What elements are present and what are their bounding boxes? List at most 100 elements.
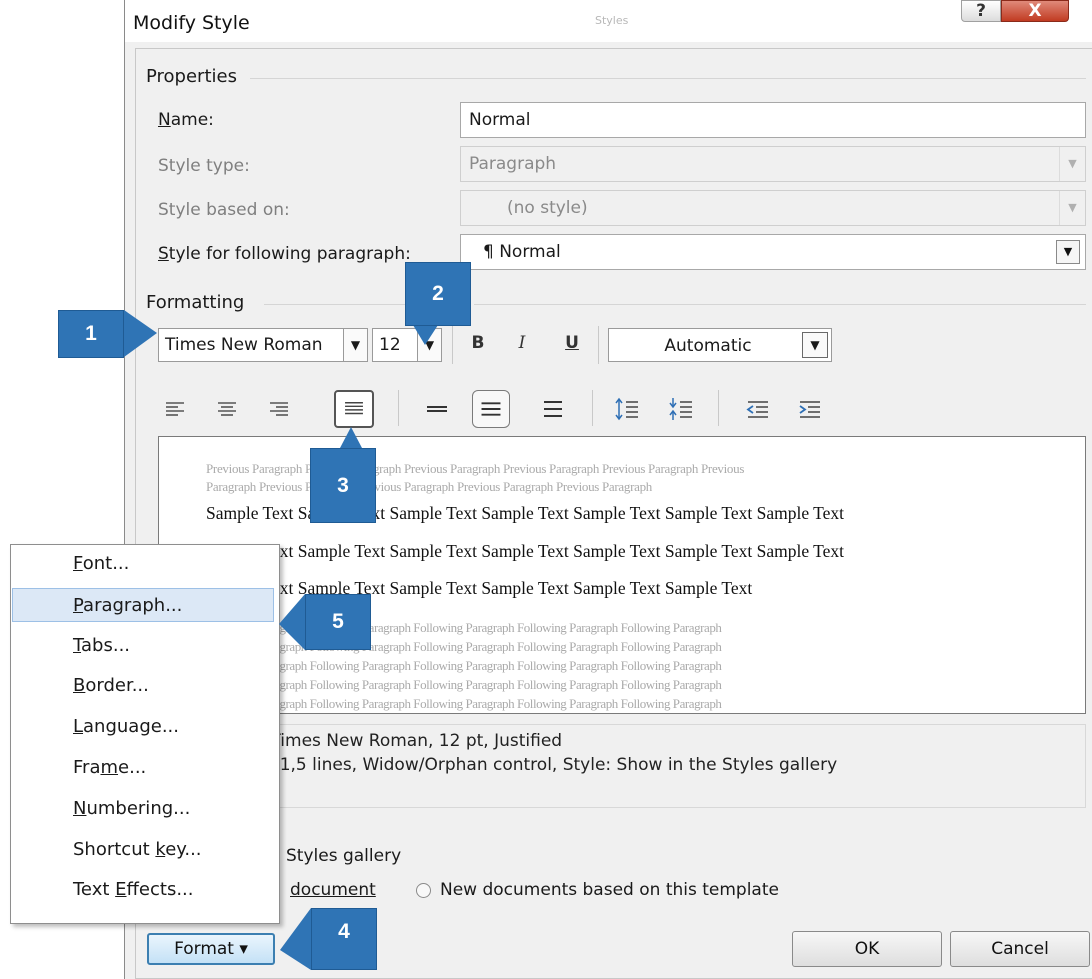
new-documents-radio[interactable] xyxy=(416,883,431,898)
toolbar-separator xyxy=(398,390,399,426)
callout-2: 2 xyxy=(405,262,471,326)
toolbar-separator xyxy=(598,326,599,364)
menu-item-text: Shortcut xyxy=(73,838,156,860)
callout-3: 3 xyxy=(310,448,376,523)
font-size-combo[interactable]: 12 ▼ xyxy=(372,328,442,362)
format-menu-item[interactable]: Font... xyxy=(10,547,278,581)
formatting-divider xyxy=(264,304,406,305)
chevron-down-icon: ▼ xyxy=(1059,191,1085,225)
title-bar: Modify Style Styles ? X xyxy=(125,0,1092,42)
decrease-indent-icon[interactable] xyxy=(740,392,774,426)
preview-following-line: Following Paragraph Following Paragraph … xyxy=(206,620,722,635)
toolbar-separator xyxy=(452,326,453,364)
bold-button[interactable]: B xyxy=(463,333,493,353)
format-menu-item[interactable]: Frame... xyxy=(10,751,278,785)
preview-following-line: Following Paragraph Following Paragraph … xyxy=(206,639,722,654)
style-preview: Previous Paragraph Previous Paragraph Pr… xyxy=(158,436,1086,714)
style-type-label: Style type: xyxy=(158,156,250,176)
chevron-down-icon[interactable]: ▼ xyxy=(343,329,367,361)
following-paragraph-select[interactable]: ¶ Normal ▼ xyxy=(460,234,1086,270)
chevron-down-icon: ▼ xyxy=(1059,147,1085,181)
help-button[interactable]: ? xyxy=(961,0,1001,22)
close-button[interactable]: X xyxy=(1001,0,1069,22)
menu-item-text: umbering... xyxy=(86,797,191,819)
cancel-button[interactable]: Cancel xyxy=(950,931,1090,967)
menu-item-access-key: F xyxy=(73,553,83,574)
one-and-half-spacing-icon[interactable] xyxy=(472,390,510,428)
menu-item-text: ont... xyxy=(82,553,130,574)
format-menu-item[interactable]: Border... xyxy=(10,669,278,703)
menu-item-text: abs... xyxy=(81,634,131,656)
menu-item-access-key: T xyxy=(73,634,82,656)
only-in-this-document-label[interactable]: document xyxy=(290,880,376,900)
font-color-combo[interactable]: Automatic ▼ xyxy=(608,328,832,362)
double-spacing-icon[interactable] xyxy=(536,392,570,426)
formatting-divider-right xyxy=(474,304,1086,305)
toolbar-separator xyxy=(592,390,593,426)
menu-item-text: ey... xyxy=(165,838,202,860)
preview-following-line: Following Paragraph Following Paragraph … xyxy=(206,677,722,692)
format-menu-item[interactable]: Language... xyxy=(10,710,278,744)
callout-1: 1 xyxy=(58,310,124,358)
ok-button[interactable]: OK xyxy=(792,931,942,967)
chevron-down-icon[interactable]: ▼ xyxy=(802,332,828,358)
description-line: lt) Times New Roman, 12 pt, Justified xyxy=(247,731,563,751)
menu-item-text: Text xyxy=(73,879,116,901)
menu-item-access-key: m xyxy=(100,757,119,778)
following-paragraph-label: Style for following paragraph: xyxy=(158,244,411,264)
decrease-paragraph-spacing-icon[interactable] xyxy=(664,392,698,426)
format-menu-item[interactable]: Paragraph... xyxy=(12,587,274,622)
formatting-heading: Formatting xyxy=(146,292,245,313)
callout-4: 4 xyxy=(311,908,377,970)
format-menu-item[interactable]: Shortcut key... xyxy=(10,833,278,867)
justify-icon[interactable] xyxy=(334,390,374,428)
italic-button[interactable]: I xyxy=(507,333,537,353)
menu-item-access-key: P xyxy=(73,594,84,616)
style-based-on-label: Style based on: xyxy=(158,200,290,220)
preview-sample-line: Sample Text Sample Text Sample Text Samp… xyxy=(206,541,845,561)
menu-item-text: order... xyxy=(85,675,149,697)
format-menu-item[interactable]: Tabs... xyxy=(10,629,278,663)
menu-item-access-key: E xyxy=(115,879,127,901)
background-window-title: Styles xyxy=(595,14,629,27)
menu-item-access-key: k xyxy=(155,838,166,860)
format-menu-item[interactable]: Text Effects... xyxy=(10,873,278,907)
style-based-on-select: (no style) ▼ xyxy=(460,190,1086,226)
callout-5: 5 xyxy=(305,594,371,650)
new-documents-label[interactable]: New documents based on this template xyxy=(440,880,779,900)
style-description: lt) Times New Roman, 12 pt, Justified ng… xyxy=(158,724,1086,808)
align-left-icon[interactable] xyxy=(158,392,192,426)
menu-item-text: aragraph... xyxy=(83,594,183,616)
style-type-select: Paragraph ▼ xyxy=(460,146,1086,182)
menu-item-text: ffects... xyxy=(126,879,194,901)
description-line: ng: 1,5 lines, Widow/Orphan control, Sty… xyxy=(247,755,838,775)
preview-sample-line: Sample Text Sample Text Sample Text Samp… xyxy=(206,578,753,598)
preview-following-line: Following Paragraph Following Paragraph … xyxy=(206,658,722,673)
preview-previous-line: Paragraph Previous Paragraph Previous Pa… xyxy=(206,479,652,494)
menu-item-access-key: L xyxy=(73,716,84,738)
increase-paragraph-spacing-icon[interactable] xyxy=(610,392,644,426)
align-center-icon[interactable] xyxy=(210,392,244,426)
increase-indent-icon[interactable] xyxy=(792,392,826,426)
preview-following-line: Following Paragraph Following Paragraph … xyxy=(206,696,722,711)
underline-button[interactable]: U xyxy=(557,333,587,353)
properties-heading: Properties xyxy=(146,66,237,87)
menu-item-text: anguage... xyxy=(83,716,179,738)
align-right-icon[interactable] xyxy=(262,392,296,426)
format-button[interactable]: Format ▾ xyxy=(147,933,275,965)
preview-sample-line: Sample Text Sample Text Sample Text Samp… xyxy=(206,503,845,523)
properties-divider xyxy=(250,78,1086,79)
chevron-down-icon[interactable]: ▼ xyxy=(417,329,441,361)
font-name-combo[interactable]: Times New Roman ▼ xyxy=(158,328,368,362)
single-spacing-icon[interactable] xyxy=(420,392,454,426)
dialog-title: Modify Style xyxy=(133,12,250,34)
menu-item-access-key: N xyxy=(73,797,87,819)
menu-item-text: e... xyxy=(118,757,147,778)
format-menu-item[interactable]: Numbering... xyxy=(10,792,278,826)
toolbar-separator xyxy=(718,390,719,426)
menu-item-text: Fra xyxy=(73,757,101,778)
chevron-down-icon[interactable]: ▼ xyxy=(1056,240,1080,264)
add-to-styles-gallery-label[interactable]: Styles gallery xyxy=(286,846,401,866)
name-input[interactable]: Normal xyxy=(460,102,1086,138)
name-label: Name: xyxy=(158,110,214,130)
